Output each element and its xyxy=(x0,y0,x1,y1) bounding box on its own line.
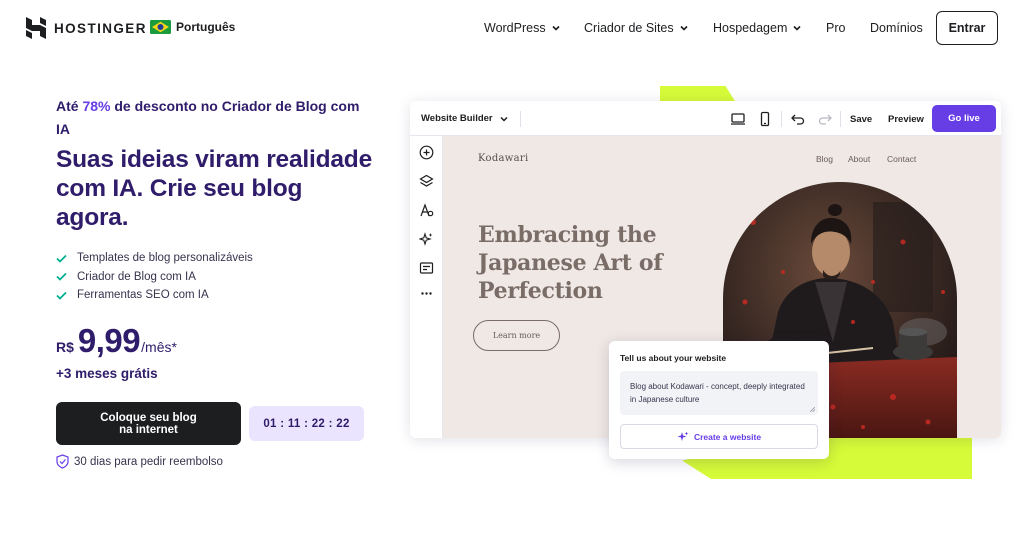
nav-label: Domínios xyxy=(870,21,923,35)
save-button[interactable]: Save xyxy=(850,114,872,125)
hostinger-logo-icon xyxy=(26,17,46,39)
divider xyxy=(840,111,841,127)
divider xyxy=(520,111,521,127)
page-title: Suas ideias viram realidade com IA. Crie… xyxy=(56,146,372,231)
builder-sidebar xyxy=(410,136,443,438)
language-label: Português xyxy=(176,20,236,34)
resize-handle-icon[interactable] xyxy=(810,407,815,412)
refund-label: 30 dias para pedir reembolso xyxy=(74,455,223,468)
mobile-icon[interactable] xyxy=(757,111,773,127)
builder-menu[interactable]: Website Builder xyxy=(421,113,509,124)
learn-more-button[interactable]: Learn more xyxy=(473,320,560,351)
prompt-title: Tell us about your website xyxy=(620,353,727,363)
nav-item-dominios[interactable]: Domínios xyxy=(870,21,923,35)
brazil-flag-icon xyxy=(150,20,171,34)
login-button[interactable]: Entrar xyxy=(936,11,998,45)
chevron-down-icon xyxy=(552,25,560,31)
edit-text-icon[interactable] xyxy=(419,261,434,276)
feature-label: Templates de blog personalizáveis xyxy=(77,252,253,265)
chevron-down-icon xyxy=(793,25,801,31)
styles-icon[interactable] xyxy=(419,203,434,218)
create-website-button[interactable]: Create a website xyxy=(620,424,818,449)
countdown-timer: 01 : 11 : 22 : 22 xyxy=(249,406,364,441)
ai-sparkle-icon[interactable] xyxy=(419,232,434,247)
chevron-down-icon xyxy=(500,116,508,122)
start-blog-button[interactable]: Coloque seu blog na internet xyxy=(56,402,241,445)
refund-guarantee: 30 dias para pedir reembolso xyxy=(56,454,223,469)
add-icon[interactable] xyxy=(419,145,434,160)
nav-label: Criador de Sites xyxy=(584,21,674,35)
nav-item-criador-de-sites[interactable]: Criador de Sites xyxy=(584,21,689,35)
nav-label: Hospedagem xyxy=(713,21,788,35)
go-live-button[interactable]: Go live xyxy=(932,105,996,132)
prompt-text: Blog about Kodawari - concept, deeply in… xyxy=(630,382,805,404)
preview-button[interactable]: Preview xyxy=(888,114,924,125)
price: R$ 9,99 /mês* xyxy=(56,322,177,360)
site-headline: Embracing the Japanese Art of Perfection xyxy=(478,222,663,304)
builder-toolbar: Website Builder Save Preview Go live xyxy=(410,101,1001,136)
check-icon xyxy=(56,273,67,282)
language-selector[interactable]: Português xyxy=(150,20,235,34)
feature-label: Criador de Blog com IA xyxy=(77,270,196,283)
site-nav-contact[interactable]: Contact xyxy=(887,154,916,164)
hostinger-logo[interactable]: HOSTINGER xyxy=(26,17,147,39)
redo-icon[interactable] xyxy=(817,111,833,127)
chevron-down-icon xyxy=(680,25,688,31)
builder-title: Website Builder xyxy=(421,113,493,124)
top-navigation-bar: HOSTINGER Português WordPress Criador de… xyxy=(0,0,1024,56)
ai-sparkle-icon xyxy=(677,431,689,441)
bonus-text: +3 meses grátis xyxy=(56,366,158,381)
feature-item: Ferramentas SEO com IA xyxy=(56,286,253,305)
website-description-input[interactable]: Blog about Kodawari - concept, deeply in… xyxy=(620,371,818,415)
divider xyxy=(781,111,782,127)
nav-label: WordPress xyxy=(484,21,546,35)
price-period: /mês* xyxy=(141,339,177,355)
undo-icon[interactable] xyxy=(790,111,806,127)
check-icon xyxy=(56,254,67,263)
price-currency: R$ xyxy=(56,339,74,355)
nav-item-wordpress[interactable]: WordPress xyxy=(484,21,561,35)
nav-item-pro[interactable]: Pro xyxy=(826,21,845,35)
check-icon xyxy=(56,291,67,300)
desktop-icon[interactable] xyxy=(730,111,746,127)
brand-name: HOSTINGER xyxy=(54,20,147,36)
ai-prompt-card: Tell us about your website Blog about Ko… xyxy=(609,341,829,459)
feature-label: Ferramentas SEO com IA xyxy=(77,289,209,302)
feature-list: Templates de blog personalizáveis Criado… xyxy=(56,249,253,305)
nav-label: Pro xyxy=(826,21,846,35)
nav-item-hospedagem[interactable]: Hospedagem xyxy=(713,21,802,35)
price-amount: 9,99 xyxy=(77,322,141,359)
site-logo: Kodawari xyxy=(478,153,529,164)
site-nav-about[interactable]: About xyxy=(848,154,870,164)
site-nav-blog[interactable]: Blog xyxy=(816,154,833,164)
shield-check-icon xyxy=(56,454,69,469)
more-icon[interactable] xyxy=(419,286,434,301)
create-website-label: Create a website xyxy=(693,431,762,442)
promo-prefix: Até xyxy=(56,98,83,114)
feature-item: Templates de blog personalizáveis xyxy=(56,249,253,268)
promo-text: Até 78% de desconto no Criador de Blog c… xyxy=(56,95,376,141)
feature-item: Criador de Blog com IA xyxy=(56,268,253,287)
layers-icon[interactable] xyxy=(419,174,434,189)
discount-percent: 78% xyxy=(82,98,111,114)
